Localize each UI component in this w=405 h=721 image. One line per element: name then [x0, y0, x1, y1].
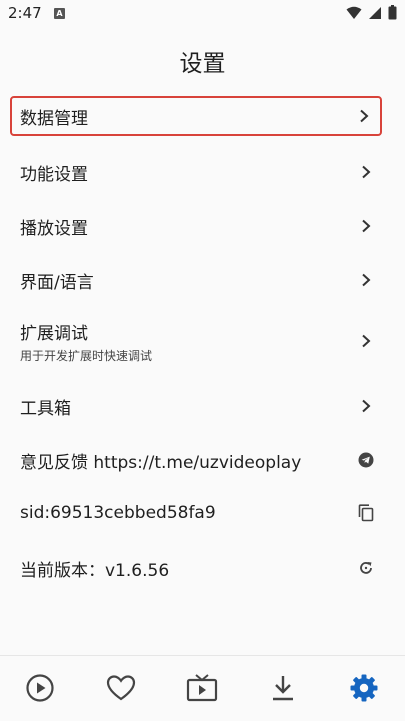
nav-tv-button[interactable] [184, 670, 220, 706]
refresh-icon[interactable] [354, 556, 378, 580]
settings-item-sid[interactable]: sid:69513cebbed58fa9 [10, 493, 382, 533]
notification-a-icon: A [54, 8, 65, 19]
settings-item-feature-settings[interactable]: 功能设置 [10, 152, 382, 192]
settings-item-subtitle: 用于开发扩展时快速调试 [20, 348, 153, 363]
nav-favorites-button[interactable] [103, 670, 139, 706]
settings-item-label: sid:69513cebbed58fa9 [20, 503, 216, 523]
settings-item-extension-debug[interactable]: 扩展调试 用于开发扩展时快速调试 [10, 315, 382, 367]
tv-icon [186, 674, 218, 702]
wifi-icon [346, 6, 362, 19]
chevron-right-icon [354, 329, 378, 353]
settings-item-toolbox[interactable]: 工具箱 [10, 386, 382, 426]
chevron-right-icon [354, 394, 378, 418]
settings-item-label: 意见反馈 https://t.me/uzvideoplay [20, 452, 302, 473]
signal-icon [369, 6, 381, 19]
nav-settings-button[interactable] [346, 670, 382, 706]
nav-play-button[interactable] [22, 670, 58, 706]
settings-item-label: 工具箱 [20, 398, 71, 419]
download-icon [273, 676, 293, 701]
chevron-right-icon [352, 104, 376, 128]
settings-item-data-management[interactable]: 数据管理 [10, 96, 382, 136]
settings-item-label: 功能设置 [20, 164, 88, 185]
settings-item-ui-language[interactable]: 界面/语言 [10, 260, 382, 300]
settings-item-label: 扩展调试 [20, 323, 88, 344]
status-icons [346, 5, 397, 20]
battery-icon [388, 5, 397, 20]
play-icon [26, 674, 54, 702]
settings-item-playback-settings[interactable]: 播放设置 [10, 206, 382, 246]
chevron-right-icon [354, 160, 378, 184]
settings-item-label: 数据管理 [20, 108, 88, 129]
copy-icon[interactable] [354, 501, 378, 525]
settings-gear-icon [350, 674, 378, 702]
nav-download-button[interactable] [265, 670, 301, 706]
status-bar: 2:47 A [0, 0, 405, 28]
settings-item-label: 播放设置 [20, 218, 88, 239]
settings-item-version[interactable]: 当前版本：v1.6.56 [10, 548, 382, 588]
chevron-right-icon [354, 268, 378, 292]
heart-icon [106, 675, 136, 701]
page-title: 设置 [179, 51, 226, 77]
chevron-right-icon [354, 214, 378, 238]
settings-item-feedback[interactable]: 意见反馈 https://t.me/uzvideoplay [10, 440, 382, 480]
status-time: 2:47 [8, 4, 42, 22]
bottom-navigation [0, 655, 405, 721]
telegram-icon [354, 448, 378, 472]
settings-item-label: 界面/语言 [20, 272, 94, 293]
settings-item-label: 当前版本：v1.6.56 [20, 560, 170, 581]
